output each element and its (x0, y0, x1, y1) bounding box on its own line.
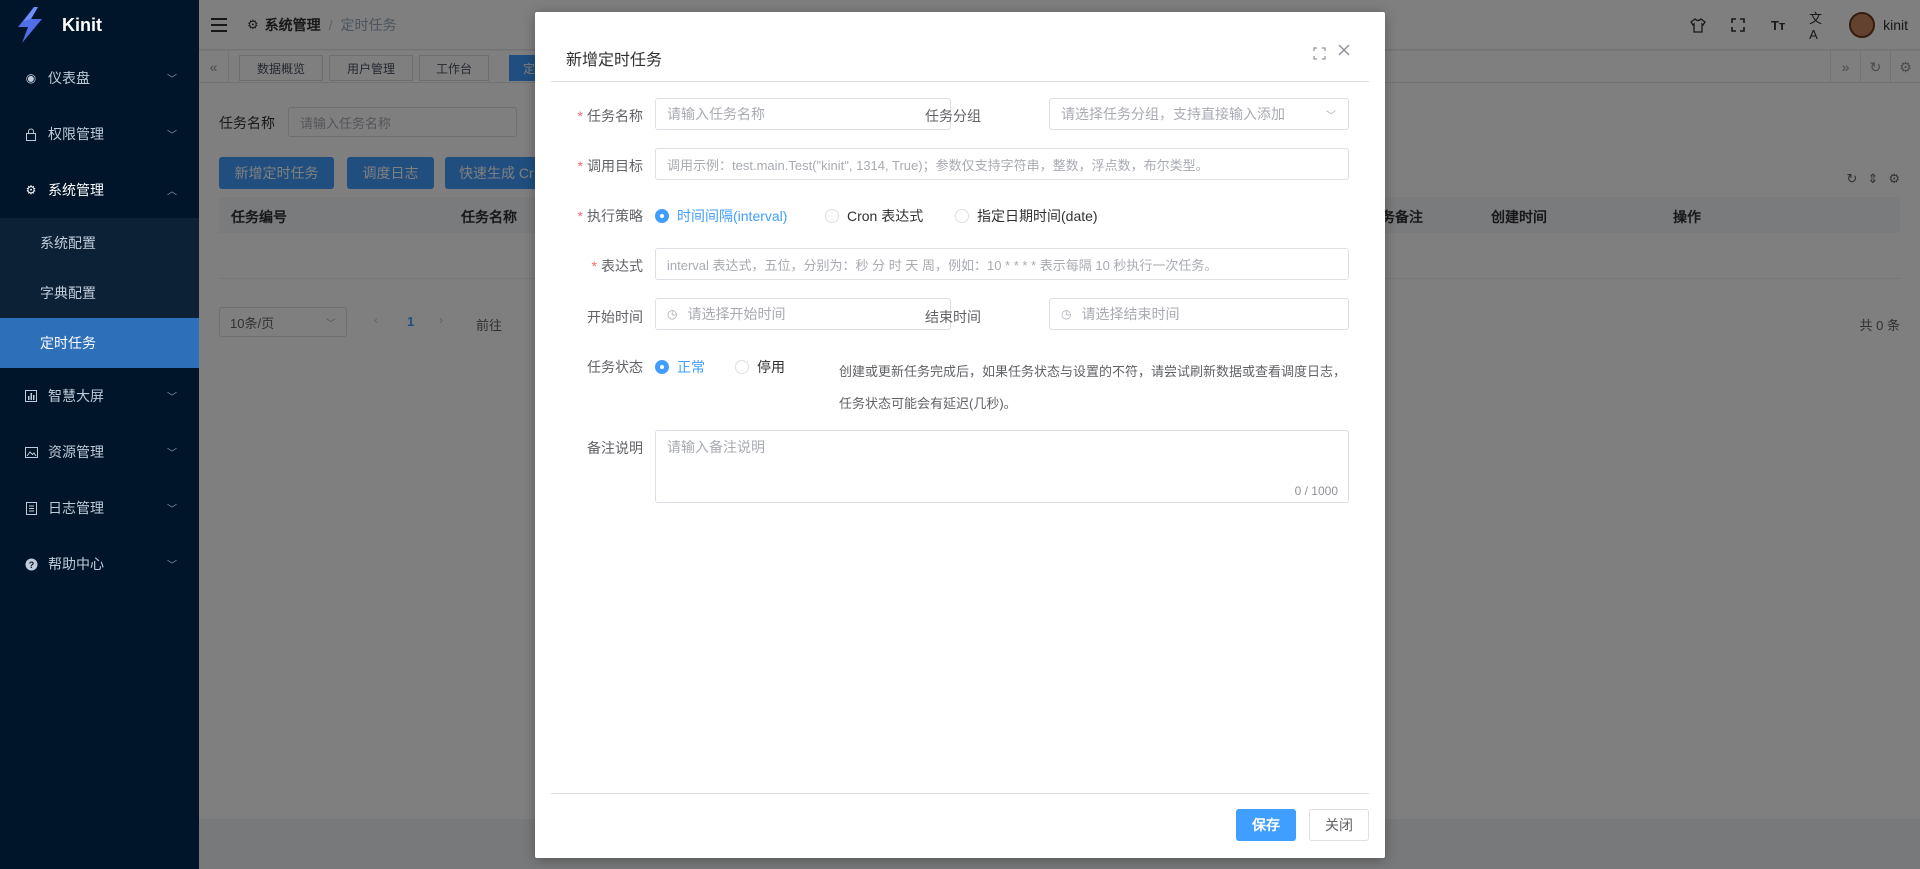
status-label: 任务状态 (587, 359, 643, 375)
divider (551, 793, 1369, 794)
strategy-radio-interval[interactable]: 时间间隔(interval) (655, 206, 787, 226)
remark-textarea[interactable]: 请输入备注说明 0 / 1000 (655, 430, 1349, 503)
radio-dot (825, 209, 839, 223)
start-time-placeholder: 请选择开始时间 (687, 306, 786, 322)
remark-label: 备注说明 (587, 440, 643, 456)
status-radio-normal[interactable]: 正常 (655, 357, 705, 377)
radio-label: 时间间隔(interval) (677, 208, 788, 224)
sidebar-mask (0, 0, 199, 869)
end-time-placeholder: 请选择结束时间 (1081, 306, 1180, 322)
maximize-icon[interactable] (1313, 47, 1327, 61)
expression-label: * 表达式 (591, 258, 643, 274)
radio-label: 停用 (757, 359, 785, 375)
radio-label: Cron 表达式 (847, 208, 924, 224)
remark-placeholder: 请输入备注说明 (667, 439, 765, 455)
end-time-picker[interactable]: ◷ 请选择结束时间 (1049, 298, 1349, 330)
strategy-label: * 执行策略 (577, 208, 643, 224)
target-input[interactable]: 调用示例：test.main.Test("kinit", 1314, True)… (655, 148, 1349, 180)
task-name-label: * 任务名称 (577, 108, 643, 124)
expression-input[interactable]: interval 表达式，五位，分别为：秒 分 时 天 周，例如：10 * * … (655, 248, 1349, 280)
divider (551, 81, 1369, 82)
close-button[interactable]: 关闭 (1309, 809, 1369, 841)
add-task-dialog: 新增定时任务 * 任务名称 请输入任务名称 任务分组 请选择任务分组，支持直接输入… (535, 12, 1385, 858)
radio-label: 指定日期时间(date) (977, 208, 1098, 224)
radio-dot (735, 360, 749, 374)
start-time-label: 开始时间 (587, 309, 643, 325)
clock-icon: ◷ (667, 307, 678, 321)
end-time-label: 结束时间 (925, 309, 981, 325)
char-count: 0 / 1000 (1294, 484, 1338, 498)
status-radio-disabled[interactable]: 停用 (735, 357, 785, 377)
chevron-down-icon: ﹀ (1326, 110, 1336, 122)
clock-icon: ◷ (1061, 307, 1072, 321)
strategy-radio-date[interactable]: 指定日期时间(date) (955, 206, 1098, 226)
dialog-title: 新增定时任务 (566, 52, 663, 69)
radio-label: 正常 (677, 359, 705, 375)
radio-dot (655, 209, 669, 223)
task-group-select[interactable]: 请选择任务分组，支持直接输入添加 ﹀ (1049, 98, 1349, 130)
strategy-radio-cron[interactable]: Cron 表达式 (825, 206, 923, 226)
radio-dot (955, 209, 969, 223)
close-icon[interactable] (1337, 43, 1353, 59)
status-note: 创建或更新任务完成后，如果任务状态与设置的不符，请尝试刷新数据或查看调度日志，任… (839, 364, 1347, 411)
task-group-label: 任务分组 (925, 108, 981, 124)
target-label: * 调用目标 (577, 158, 643, 174)
task-group-placeholder: 请选择任务分组，支持直接输入添加 (1061, 106, 1285, 122)
radio-dot (655, 360, 669, 374)
save-button[interactable]: 保存 (1236, 809, 1296, 841)
